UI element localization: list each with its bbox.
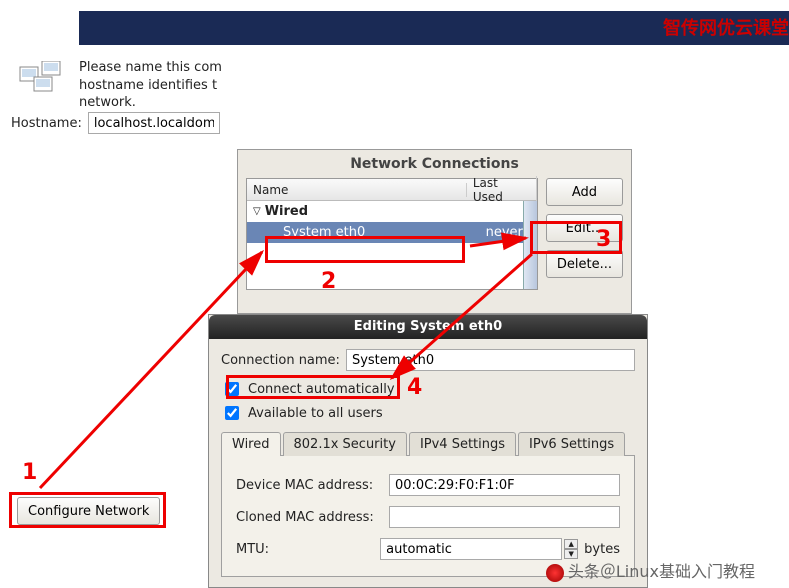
nc-title: Network Connections: [238, 156, 631, 172]
hostname-input[interactable]: [88, 112, 220, 134]
header-narrative: Please name this com hostname identifies…: [79, 59, 229, 112]
tree-group-wired[interactable]: ▽ Wired: [247, 201, 537, 222]
tree-item-system-eth0[interactable]: System eth0 never: [247, 222, 537, 243]
edit-button[interactable]: Edit...: [546, 214, 623, 242]
toutiao-icon: [546, 564, 564, 582]
mtu-unit: bytes: [584, 542, 620, 557]
mtu-input[interactable]: [380, 538, 562, 560]
annot-num-2: 2: [321, 269, 336, 294]
expander-icon[interactable]: ▽: [253, 206, 261, 217]
add-button[interactable]: Add: [546, 178, 623, 206]
watermark-top: 智传网优云课堂: [663, 14, 789, 40]
tree-scrollbar[interactable]: [523, 201, 537, 289]
annot-num-1: 1: [22, 460, 37, 485]
tab-wired[interactable]: Wired: [221, 432, 281, 456]
network-connections-dialog: Network Connections Name Last Used ▽ Wir…: [237, 149, 632, 314]
connection-name-label: Connection name:: [221, 353, 340, 368]
all-users-checkbox[interactable]: [225, 406, 239, 420]
watermark-bottom: 头条＠Linux基础入门教程: [546, 558, 755, 582]
all-users-label: Available to all users: [248, 406, 383, 421]
tab-ipv4[interactable]: IPv4 Settings: [409, 432, 516, 456]
connect-auto-checkbox[interactable]: [225, 382, 239, 396]
annot-num-3: 3: [596, 227, 611, 252]
connect-auto-label: Connect automatically: [248, 382, 395, 397]
delete-button[interactable]: Delete...: [546, 250, 623, 278]
configure-network-button[interactable]: Configure Network: [17, 497, 160, 525]
col-name[interactable]: Name: [247, 183, 467, 197]
connection-name-input[interactable]: [346, 349, 635, 371]
device-mac-label: Device MAC address:: [236, 478, 381, 493]
mtu-label: MTU:: [236, 542, 372, 557]
tab-ipv6[interactable]: IPv6 Settings: [518, 432, 625, 456]
cloned-mac-label: Cloned MAC address:: [236, 510, 381, 525]
dlg-title: Editing System eth0: [209, 315, 647, 339]
annot-num-4: 4: [407, 375, 422, 400]
col-last-used[interactable]: Last Used: [467, 176, 537, 204]
edit-connection-dialog: Editing System eth0 Connection name: Con…: [208, 314, 648, 588]
device-mac-input[interactable]: [389, 474, 620, 496]
mtu-spin[interactable]: ▲▼: [564, 539, 578, 559]
connections-tree[interactable]: Name Last Used ▽ Wired System eth0 never: [246, 178, 538, 290]
tab-8021x[interactable]: 802.1x Security: [283, 432, 407, 456]
tab-bar: Wired 802.1x Security IPv4 Settings IPv6…: [221, 431, 635, 455]
network-icon: [18, 61, 68, 93]
cloned-mac-input[interactable]: [389, 506, 620, 528]
hostname-label: Hostname:: [11, 116, 82, 131]
